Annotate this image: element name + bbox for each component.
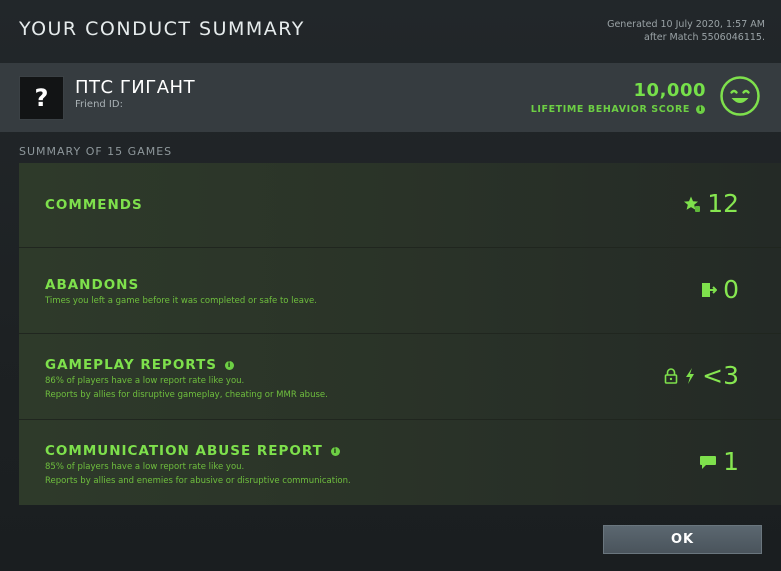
gameplay-reports-row: GAMEPLAY REPORTS i 86% of players have a…: [19, 335, 781, 420]
commends-title: COMMENDS: [45, 197, 143, 213]
communication-abuse-title: COMMUNICATION ABUSE REPORT i: [45, 443, 340, 459]
abandons-value-group: 0: [701, 275, 739, 304]
friend-id-label: Friend ID:: [75, 99, 123, 110]
communication-abuse-desc-line2: Reports by allies and enemies for abusiv…: [45, 475, 351, 486]
player-name: ПТС ГИГАНТ: [75, 77, 196, 98]
star-thumb-icon: [684, 196, 701, 212]
dialog-title: YOUR CONDUCT SUMMARY: [19, 18, 305, 40]
info-icon[interactable]: i: [696, 105, 705, 114]
chat-bubble-icon: [700, 455, 717, 469]
communication-abuse-description: 85% of players have a low report rate li…: [45, 461, 351, 488]
gameplay-reports-title-text: GAMEPLAY REPORTS: [45, 357, 218, 373]
ok-button[interactable]: OK: [603, 525, 762, 554]
abandons-desc-line1: Times you left a game before it was comp…: [45, 296, 317, 306]
communication-abuse-info-icon[interactable]: i: [330, 446, 340, 456]
commends-value: 12: [707, 189, 739, 218]
communication-abuse-value: 1: [723, 447, 739, 476]
communication-abuse-desc-line1: 85% of players have a low report rate li…: [45, 462, 245, 472]
avatar-placeholder-icon: ?: [34, 84, 49, 112]
behavior-score-label-group: LIFETIME BEHAVIOR SCORE i: [531, 104, 705, 115]
abandons-row: ABANDONS Times you left a game before it…: [19, 249, 781, 334]
gameplay-reports-value: <3: [702, 361, 739, 390]
gameplay-reports-info-icon[interactable]: i: [225, 360, 235, 370]
gameplay-reports-value-group: <3: [664, 361, 739, 390]
smiley-face-icon: [720, 76, 760, 116]
commends-row: COMMENDS 12: [19, 163, 781, 248]
abandons-title-text: ABANDONS: [45, 277, 140, 293]
exit-door-icon: [702, 282, 718, 297]
generated-match: after Match 5506046115.: [644, 32, 765, 43]
generated-date: Generated 10 July 2020, 1:57 AM: [607, 19, 765, 30]
behavior-score-value: 10,000: [633, 80, 706, 101]
gameplay-reports-desc-line2: Reports by allies for disruptive gamepla…: [45, 389, 328, 400]
generated-info: Generated 10 July 2020, 1:57 AM after Ma…: [607, 18, 765, 44]
communication-abuse-title-text: COMMUNICATION ABUSE REPORT: [45, 443, 323, 459]
summary-label: SUMMARY OF 15 GAMES: [19, 145, 173, 158]
abandons-title: ABANDONS: [45, 277, 139, 293]
avatar[interactable]: ?: [19, 76, 64, 120]
summary-panel: COMMENDS 12 ABANDONS Times you left a ga…: [19, 163, 781, 505]
communication-abuse-value-group: 1: [699, 447, 739, 476]
gameplay-reports-desc-line1: 86% of players have a low report rate li…: [45, 376, 245, 386]
lightning-icon: [686, 367, 695, 384]
behavior-score-label: LIFETIME BEHAVIOR SCORE: [530, 104, 690, 115]
gameplay-reports-title: GAMEPLAY REPORTS i: [45, 357, 235, 373]
commends-value-group: 12: [683, 189, 739, 218]
communication-abuse-row: COMMUNICATION ABUSE REPORT i 85% of play…: [19, 421, 781, 505]
abandons-description: Times you left a game before it was comp…: [45, 295, 317, 309]
abandons-value: 0: [723, 275, 739, 304]
commends-title-text: COMMENDS: [45, 197, 143, 213]
conduct-summary-dialog: ‌ YOUR CONDUCT SUMMARY Generated 10 July…: [0, 0, 781, 571]
lock-icon: [664, 367, 678, 384]
gameplay-reports-description: 86% of players have a low report rate li…: [45, 375, 328, 402]
